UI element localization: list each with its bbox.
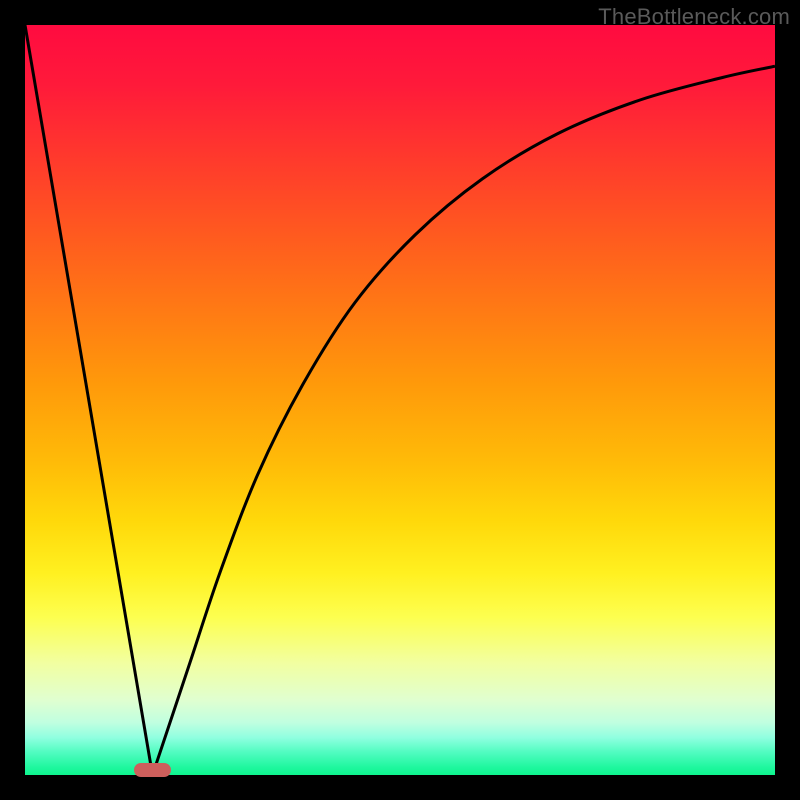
series-right-curve	[153, 66, 776, 775]
chart-container: TheBottleneck.com	[0, 0, 800, 800]
plot-area	[25, 25, 775, 775]
chart-curves	[25, 25, 775, 775]
watermark: TheBottleneck.com	[598, 4, 790, 30]
series-left-leg	[25, 25, 153, 775]
optimum-marker	[134, 763, 172, 777]
